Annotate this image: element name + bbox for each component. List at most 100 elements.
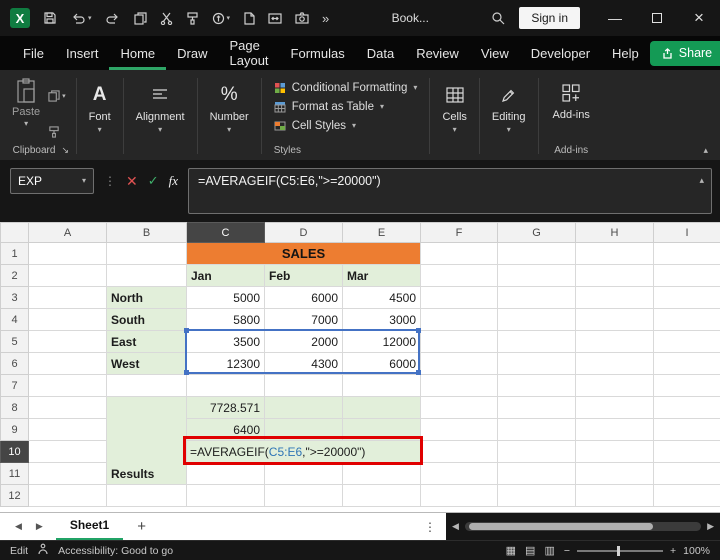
more-commands-icon[interactable]: » (322, 6, 329, 30)
cell-e6[interactable]: 6000 (343, 353, 421, 375)
page-layout-view-icon[interactable]: ▤ (525, 544, 535, 557)
cell[interactable] (654, 441, 720, 463)
cell[interactable] (421, 463, 498, 485)
cell[interactable] (421, 309, 498, 331)
currency-format-icon[interactable]: ▾ (212, 6, 231, 30)
save-icon[interactable] (43, 6, 57, 30)
cell[interactable] (29, 419, 107, 441)
cut-icon[interactable] (160, 6, 173, 30)
tab-developer[interactable]: Developer (520, 36, 601, 70)
cell-d3[interactable]: 6000 (265, 287, 343, 309)
search-icon[interactable] (491, 6, 505, 30)
cell[interactable] (576, 485, 654, 507)
column-header-e[interactable]: E (343, 223, 421, 243)
cell-styles-button[interactable]: Cell Styles▾ (274, 116, 356, 135)
cell[interactable] (421, 243, 498, 265)
cell[interactable] (498, 419, 576, 441)
sign-in-button[interactable]: Sign in (519, 7, 580, 29)
cell[interactable] (576, 441, 654, 463)
row-header-1[interactable]: 1 (1, 243, 29, 265)
close-button[interactable]: × (678, 0, 720, 36)
cell[interactable] (576, 309, 654, 331)
cell-e4[interactable]: 3000 (343, 309, 421, 331)
cell[interactable] (29, 375, 107, 397)
cell[interactable] (265, 419, 343, 441)
tab-page-layout[interactable]: Page Layout (219, 36, 280, 70)
cell[interactable] (29, 485, 107, 507)
cell[interactable] (343, 485, 421, 507)
cell-c3[interactable]: 5000 (187, 287, 265, 309)
hscroll-right-icon[interactable]: ▶ (707, 521, 714, 532)
tab-review[interactable]: Review (405, 36, 470, 70)
row-header-6[interactable]: 6 (1, 353, 29, 375)
cell[interactable] (654, 309, 720, 331)
cell-d6[interactable]: 4300 (265, 353, 343, 375)
insert-function-icon[interactable]: fx (169, 173, 178, 189)
cell-e3[interactable]: 4500 (343, 287, 421, 309)
cell[interactable] (498, 243, 576, 265)
cell[interactable] (654, 375, 720, 397)
cell-west[interactable]: West (107, 353, 187, 375)
new-file-icon[interactable] (243, 6, 255, 30)
column-header-h[interactable]: H (576, 223, 654, 243)
cell[interactable] (654, 463, 720, 485)
tab-insert[interactable]: Insert (55, 36, 110, 70)
row-header-7[interactable]: 7 (1, 375, 29, 397)
cell[interactable] (576, 353, 654, 375)
cell[interactable] (343, 419, 421, 441)
column-header-b[interactable]: B (107, 223, 187, 243)
column-header-a[interactable]: A (29, 223, 107, 243)
row-header-12[interactable]: 12 (1, 485, 29, 507)
tab-file[interactable]: File (12, 36, 55, 70)
page-break-view-icon[interactable]: ▥ (544, 544, 554, 557)
camera-icon[interactable] (295, 6, 309, 30)
zoom-slider-thumb[interactable] (617, 546, 620, 556)
font-group-button[interactable]: A Font ▾ (79, 72, 121, 160)
cell[interactable] (498, 375, 576, 397)
sheet-tab-sheet1[interactable]: Sheet1 (56, 513, 123, 541)
row-header-5[interactable]: 5 (1, 331, 29, 353)
alignment-group-button[interactable]: Alignment ▾ (126, 72, 195, 160)
zoom-level[interactable]: 100% (683, 545, 710, 557)
paste-button[interactable]: Paste ▾ (12, 78, 40, 144)
cell[interactable] (29, 265, 107, 287)
cell-jan[interactable]: Jan (187, 265, 265, 287)
hscroll-left-icon[interactable]: ◀ (452, 521, 459, 532)
cell[interactable] (498, 309, 576, 331)
format-painter-icon[interactable] (186, 6, 199, 30)
collapse-ribbon-icon[interactable]: ▴ (703, 145, 708, 156)
cell[interactable] (498, 265, 576, 287)
cell[interactable] (421, 353, 498, 375)
cell-c4[interactable]: 5800 (187, 309, 265, 331)
cell[interactable] (187, 463, 265, 485)
row-header-11[interactable]: 11 (1, 463, 29, 485)
hscroll-track[interactable] (465, 522, 701, 531)
formula-bar-expand-icon[interactable]: ▴ (699, 175, 704, 186)
cell[interactable] (576, 265, 654, 287)
copy-icon[interactable] (134, 6, 147, 30)
cell[interactable] (498, 441, 576, 463)
clipboard-dialog-launcher-icon[interactable]: ↘ (61, 145, 69, 156)
cell-c10-active-formula[interactable]: =AVERAGEIF(C5:E6,">=20000") (187, 441, 421, 463)
redo-icon[interactable] (105, 6, 121, 30)
cancel-icon[interactable]: ✕ (126, 173, 138, 190)
cell-south[interactable]: South (107, 309, 187, 331)
cell[interactable] (498, 287, 576, 309)
cell[interactable] (265, 375, 343, 397)
cell[interactable] (654, 397, 720, 419)
format-as-table-button[interactable]: Format as Table▾ (274, 97, 384, 116)
cell-c6[interactable]: 12300 (187, 353, 265, 375)
cell[interactable] (576, 375, 654, 397)
cell[interactable] (654, 331, 720, 353)
cell[interactable] (421, 441, 498, 463)
tab-data[interactable]: Data (356, 36, 405, 70)
minimize-button[interactable]: — (594, 0, 636, 36)
cell-sales-title[interactable]: SALES (187, 243, 421, 265)
column-header-d[interactable]: D (265, 223, 343, 243)
merge-center-icon[interactable] (268, 6, 282, 30)
tab-formulas[interactable]: Formulas (280, 36, 356, 70)
cell[interactable] (576, 463, 654, 485)
cell[interactable] (576, 397, 654, 419)
share-button[interactable]: Share (650, 41, 720, 66)
cell[interactable] (107, 243, 187, 265)
